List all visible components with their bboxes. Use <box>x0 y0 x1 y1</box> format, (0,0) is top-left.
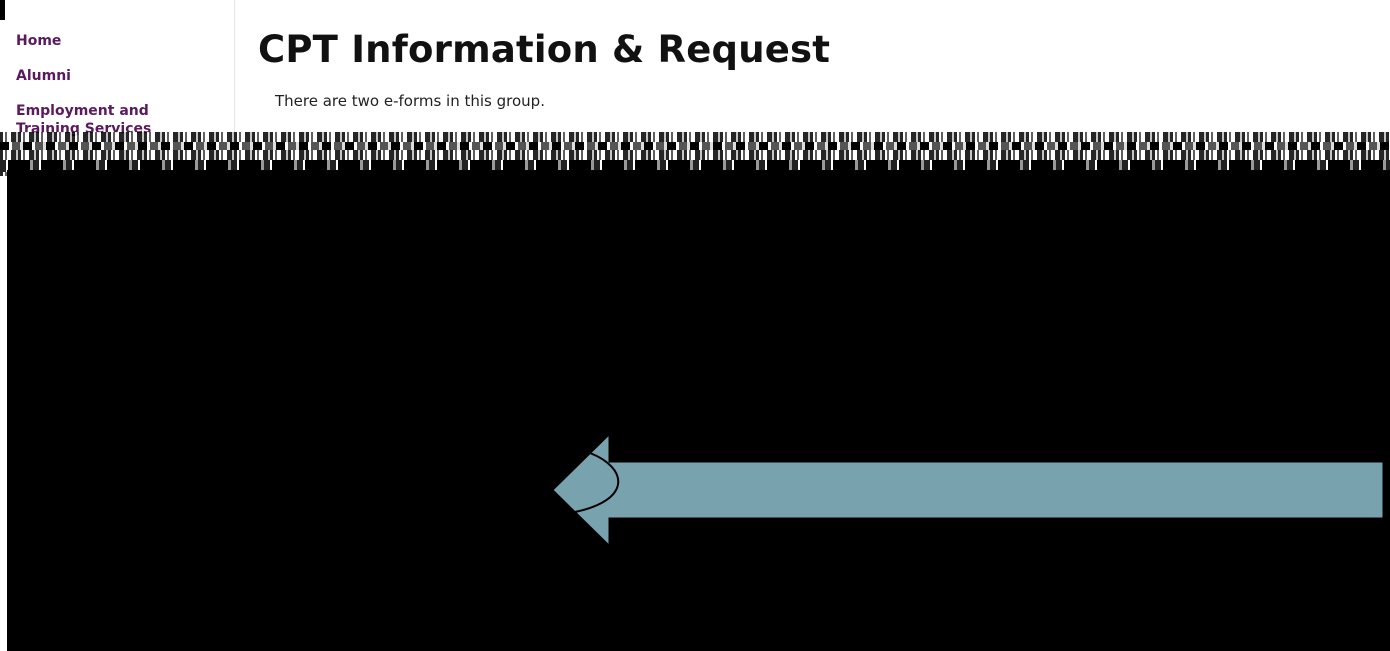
glitch-band-detail <box>0 142 1390 150</box>
sidebar-item-home[interactable]: Home <box>16 32 206 50</box>
page-title: CPT Information & Request <box>258 28 831 71</box>
page-root: Home Alumni Employment and Training Serv… <box>0 0 1390 651</box>
main-content: CPT Information & Request There are two … <box>258 0 1358 140</box>
black-overlay <box>7 170 1390 651</box>
sidebar-item-alumni[interactable]: Alumni <box>16 67 206 85</box>
sidebar-nav: Home Alumni Employment and Training Serv… <box>0 0 235 140</box>
intro-text: There are two e-forms in this group. <box>275 92 545 110</box>
